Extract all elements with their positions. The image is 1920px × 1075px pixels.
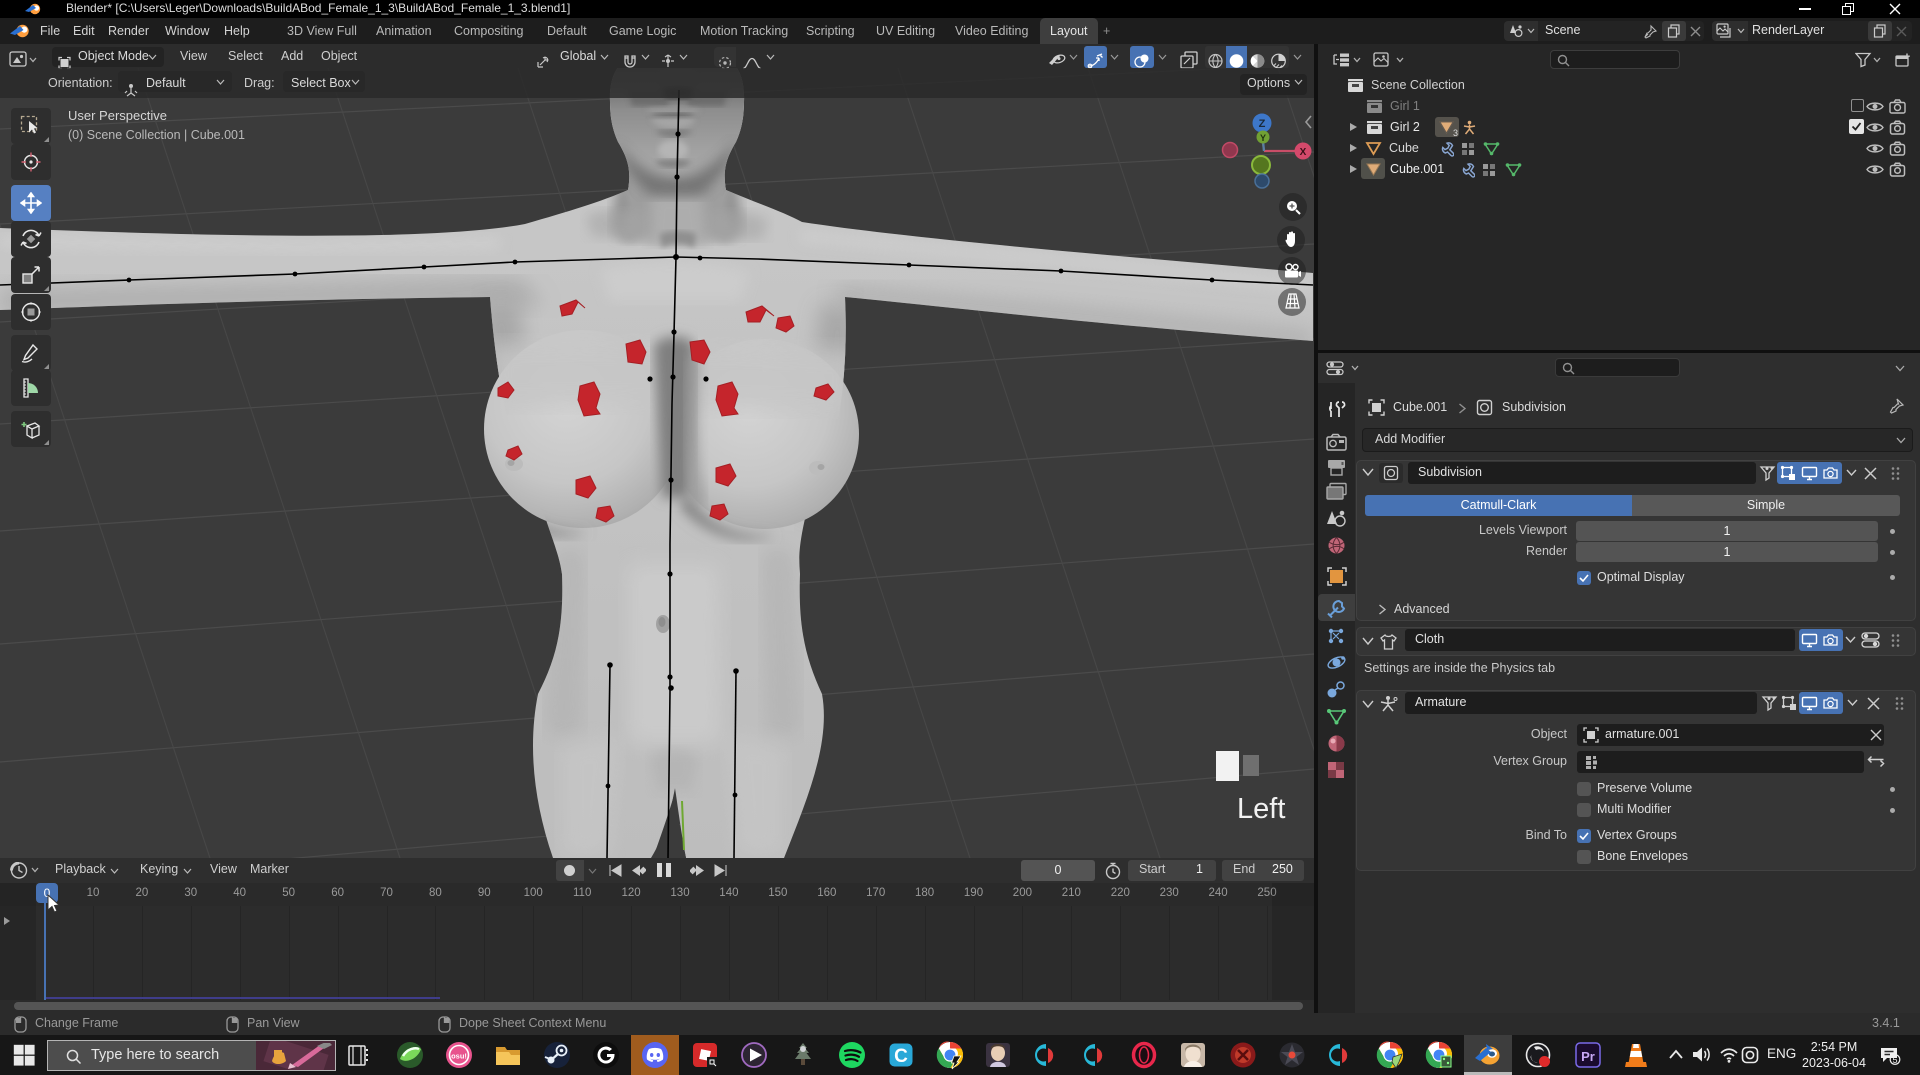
svg-text:Y: Y [1260, 133, 1266, 143]
svg-text:Pr: Pr [1581, 1049, 1595, 1064]
svg-text:Z: Z [1259, 118, 1266, 130]
svg-text:osu!: osu! [451, 1052, 467, 1061]
svg-text:C: C [894, 1046, 908, 1067]
svg-text:5: 5 [1892, 1055, 1897, 1065]
svg-text:X: X [1300, 147, 1307, 158]
